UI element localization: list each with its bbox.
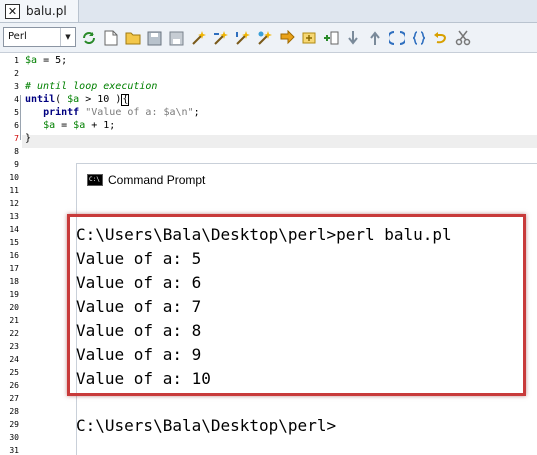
open-folder-icon[interactable] <box>124 30 141 47</box>
console-prompt-line[interactable]: C:\Users\Bala\Desktop\perl> <box>76 414 336 438</box>
down-arrow-icon[interactable] <box>344 30 361 47</box>
line-number: 27 <box>9 394 19 403</box>
code-token: ) <box>109 94 122 105</box>
code-token: + 1; <box>85 120 116 131</box>
toolbar: Perl ▼ <box>0 23 537 53</box>
line-number: 23 <box>9 342 19 351</box>
terminal-icon: C:\ <box>87 174 103 186</box>
line-number: 16 <box>9 251 19 260</box>
language-value: Perl <box>8 31 27 42</box>
save-icon[interactable] <box>146 30 163 47</box>
run-icon[interactable] <box>278 30 295 47</box>
line-number: 17 <box>9 264 19 273</box>
refresh-icon[interactable] <box>80 30 97 47</box>
line-number: 9 <box>14 160 19 169</box>
code-variable: $a <box>73 120 86 131</box>
window-title: Command Prompt <box>108 173 206 187</box>
code-keyword: printf <box>43 107 80 118</box>
braces-icon[interactable] <box>410 30 427 47</box>
wand-icon[interactable] <box>212 30 229 47</box>
line-number: 29 <box>9 420 19 429</box>
code-line: printf "Value of a: $a\n"; <box>25 106 200 119</box>
scissors-icon[interactable] <box>454 30 471 47</box>
line-number: 25 <box>9 368 19 377</box>
code-comment: # until loop execution <box>25 81 158 92</box>
toolbar-icons <box>80 28 476 48</box>
code-line: } <box>25 132 31 145</box>
save-all-icon[interactable] <box>168 30 185 47</box>
line-number: 13 <box>9 212 19 221</box>
line-number: 19 <box>9 290 19 299</box>
tab-balu-pl[interactable]: ✕ balu.pl <box>0 0 79 22</box>
code-variable: $a <box>67 94 80 105</box>
wand-icon[interactable] <box>256 30 273 47</box>
line-number-gutter: 1 2 3 4 5 6 7 8 9 10 11 12 13 14 15 16 17 18 19 20 21 22 23 24 2… <box>0 53 22 455</box>
undo-icon[interactable] <box>432 30 449 47</box>
wand-icon[interactable] <box>190 30 207 47</box>
code-token: $a <box>25 55 38 66</box>
code-keyword: until <box>25 94 56 105</box>
line-number: 1 <box>14 56 19 65</box>
line-number: 11 <box>9 186 19 195</box>
code-token: = 5; <box>37 55 68 66</box>
line-number: 28 <box>9 407 19 416</box>
line-number: 8 <box>14 147 19 156</box>
line-number: 12 <box>9 199 19 208</box>
tab-bar: ✕ balu.pl <box>0 0 537 23</box>
line-number: 20 <box>9 303 19 312</box>
tab-title: balu.pl <box>26 4 67 18</box>
line-number: 7 <box>14 134 19 143</box>
brace-match: { <box>121 94 130 106</box>
line-number: 6 <box>14 121 19 130</box>
code-line: until( $a > 10 ){ <box>25 93 130 106</box>
line-number: 4 <box>14 95 19 104</box>
line-number: 18 <box>9 277 19 286</box>
line-number: 30 <box>9 433 19 442</box>
line-number: 15 <box>9 238 19 247</box>
code-token: > <box>79 94 98 105</box>
close-icon[interactable]: ✕ <box>5 3 20 19</box>
line-number: 2 <box>14 69 19 78</box>
code-line: $a = $a + 1; <box>25 119 115 132</box>
code-token: ( <box>55 94 68 105</box>
line-number: 22 <box>9 329 19 338</box>
fold-marker <box>20 95 21 140</box>
insert-icon[interactable] <box>322 30 339 47</box>
line-number: 26 <box>9 381 19 390</box>
code-token: } <box>25 133 32 144</box>
build-icon[interactable] <box>300 30 317 47</box>
command-prompt-titlebar[interactable]: C:\ Command Prompt <box>77 164 537 198</box>
code-variable: $a <box>43 120 56 131</box>
code-token: = <box>55 120 74 131</box>
code-number: 10 <box>97 94 110 105</box>
up-arrow-icon[interactable] <box>366 30 383 47</box>
code-line: # until loop execution <box>25 80 157 93</box>
output-highlight-box <box>67 214 526 396</box>
code-token: ; <box>193 107 200 118</box>
line-number: 21 <box>9 316 19 325</box>
line-number: 14 <box>9 225 19 234</box>
code-string: "Value of a: $a\n" <box>85 107 194 118</box>
code-line: $a = 5; <box>25 54 67 67</box>
line-number: 3 <box>14 82 19 91</box>
language-select[interactable]: Perl ▼ <box>3 27 76 47</box>
chevron-down-icon[interactable]: ▼ <box>60 28 75 46</box>
line-number: 24 <box>9 355 19 364</box>
line-number: 10 <box>9 173 19 182</box>
wand-icon[interactable] <box>234 30 251 47</box>
line-number: 5 <box>14 108 19 117</box>
brackets-icon[interactable] <box>388 30 405 47</box>
new-file-icon[interactable] <box>102 30 119 47</box>
